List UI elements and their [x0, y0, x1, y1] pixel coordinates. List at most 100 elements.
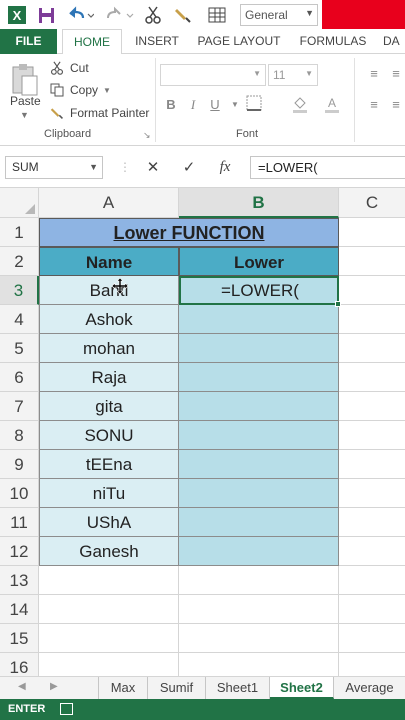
- tab-insert[interactable]: INSERT: [128, 29, 186, 54]
- redo-icon[interactable]: [104, 4, 136, 26]
- empty-cell[interactable]: [39, 624, 179, 653]
- table-icon[interactable]: [206, 4, 228, 26]
- empty-cell[interactable]: [339, 247, 405, 276]
- row-header-3[interactable]: 3: [0, 276, 39, 305]
- fill-color-icon[interactable]: [290, 95, 310, 115]
- drag-handle-icon[interactable]: ⋮: [112, 156, 138, 179]
- lower-cell[interactable]: [179, 305, 339, 334]
- tab-formulas[interactable]: FORMULAS: [293, 29, 373, 54]
- select-all-corner[interactable]: [0, 188, 39, 218]
- active-cell[interactable]: =LOWER(: [179, 276, 339, 305]
- empty-cell[interactable]: [339, 363, 405, 392]
- align-center-icon[interactable]: ≡: [386, 95, 405, 115]
- row-header-7[interactable]: 7: [0, 392, 39, 421]
- lower-cell[interactable]: [179, 450, 339, 479]
- empty-cell[interactable]: [339, 392, 405, 421]
- row-header-2[interactable]: 2: [0, 247, 39, 276]
- empty-cell[interactable]: [339, 508, 405, 537]
- empty-cell[interactable]: [179, 595, 339, 624]
- insert-function-icon[interactable]: fx: [212, 156, 238, 179]
- row-header-9[interactable]: 9: [0, 450, 39, 479]
- lower-cell[interactable]: [179, 363, 339, 392]
- row-header-6[interactable]: 6: [0, 363, 39, 392]
- align-left-icon[interactable]: ≡: [364, 95, 384, 115]
- row-header-10[interactable]: 10: [0, 479, 39, 508]
- column-header-a[interactable]: A: [39, 188, 179, 218]
- empty-cell[interactable]: [39, 595, 179, 624]
- tab-data[interactable]: DA: [383, 29, 405, 54]
- empty-cell[interactable]: [339, 566, 405, 595]
- align-top-icon[interactable]: ≡: [364, 64, 384, 84]
- dialog-launcher-icon[interactable]: ↘: [143, 130, 151, 141]
- empty-cell[interactable]: [339, 450, 405, 479]
- font-name-select[interactable]: ▼: [160, 64, 266, 86]
- row-header-12[interactable]: 12: [0, 537, 39, 566]
- name-cell[interactable]: niTu: [39, 479, 179, 508]
- name-cell[interactable]: Banti: [39, 276, 179, 305]
- name-cell[interactable]: mohan: [39, 334, 179, 363]
- empty-cell[interactable]: [39, 566, 179, 595]
- number-format-select[interactable]: General ▼: [240, 4, 318, 26]
- empty-cell[interactable]: [339, 479, 405, 508]
- sheet-tab-max[interactable]: Max: [98, 677, 148, 699]
- row-header-8[interactable]: 8: [0, 421, 39, 450]
- name-cell[interactable]: Raja: [39, 363, 179, 392]
- row-header-4[interactable]: 4: [0, 305, 39, 334]
- name-cell[interactable]: UShA: [39, 508, 179, 537]
- save-icon[interactable]: [35, 4, 57, 26]
- row-header-1[interactable]: 1: [0, 218, 39, 247]
- lower-cell[interactable]: [179, 479, 339, 508]
- cancel-icon[interactable]: ✕: [140, 156, 166, 179]
- name-cell[interactable]: SONU: [39, 421, 179, 450]
- lower-cell[interactable]: [179, 392, 339, 421]
- enter-icon[interactable]: ✓: [176, 156, 202, 179]
- copy-button[interactable]: Copy ▼: [48, 81, 111, 99]
- align-middle-icon[interactable]: ≡: [386, 64, 405, 84]
- format-painter-icon[interactable]: [172, 4, 194, 26]
- row-header-13[interactable]: 13: [0, 566, 39, 595]
- cut-button[interactable]: Cut: [48, 59, 89, 77]
- format-painter-button[interactable]: Format Painter: [48, 104, 149, 122]
- sheet-tab-sheet2[interactable]: Sheet2: [270, 677, 334, 699]
- header-cell-name[interactable]: Name: [39, 247, 179, 276]
- sheet-tab-sumif[interactable]: Sumif: [148, 677, 206, 699]
- row-header-14[interactable]: 14: [0, 595, 39, 624]
- cut-icon[interactable]: [142, 4, 164, 26]
- tab-page-layout[interactable]: PAGE LAYOUT: [193, 29, 285, 54]
- name-cell[interactable]: tEEna: [39, 450, 179, 479]
- underline-icon[interactable]: U: [205, 95, 225, 115]
- row-header-11[interactable]: 11: [0, 508, 39, 537]
- name-cell[interactable]: Ashok: [39, 305, 179, 334]
- font-size-select[interactable]: 11 ▼: [268, 64, 318, 86]
- row-header-15[interactable]: 15: [0, 624, 39, 653]
- fill-handle[interactable]: [335, 301, 341, 307]
- lower-cell[interactable]: [179, 537, 339, 566]
- column-header-c[interactable]: C: [339, 188, 405, 218]
- name-cell[interactable]: gita: [39, 392, 179, 421]
- empty-cell[interactable]: [339, 421, 405, 450]
- title-cell[interactable]: Lower FUNCTION: [39, 218, 339, 247]
- sheet-tab-sheet1[interactable]: Sheet1: [206, 677, 270, 699]
- font-color-icon[interactable]: A: [322, 95, 342, 115]
- empty-cell[interactable]: [179, 566, 339, 595]
- formula-input[interactable]: =LOWER(: [250, 156, 405, 179]
- empty-cell[interactable]: [179, 624, 339, 653]
- empty-cell[interactable]: [339, 334, 405, 363]
- tab-file[interactable]: FILE: [0, 29, 57, 54]
- empty-cell[interactable]: [339, 218, 405, 247]
- row-header-5[interactable]: 5: [0, 334, 39, 363]
- borders-icon[interactable]: [244, 95, 264, 115]
- lower-cell[interactable]: [179, 508, 339, 537]
- sheet-tab-average[interactable]: Average: [334, 677, 405, 699]
- next-sheet-icon[interactable]: ▶: [50, 681, 58, 692]
- macro-record-icon[interactable]: [60, 703, 73, 715]
- undo-icon[interactable]: [64, 4, 96, 26]
- empty-cell[interactable]: [339, 624, 405, 653]
- bold-icon[interactable]: B: [161, 95, 181, 115]
- empty-cell[interactable]: [339, 595, 405, 624]
- tab-home[interactable]: HOME: [62, 29, 122, 55]
- header-cell-lower[interactable]: Lower: [179, 247, 339, 276]
- italic-icon[interactable]: I: [183, 95, 203, 115]
- name-box[interactable]: SUM ▼: [5, 156, 103, 179]
- lower-cell[interactable]: [179, 421, 339, 450]
